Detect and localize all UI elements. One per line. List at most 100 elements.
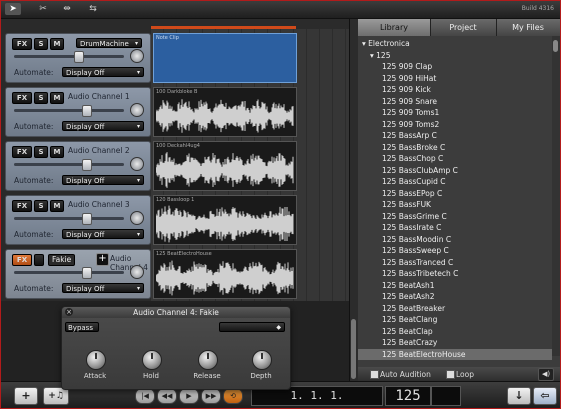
library-item[interactable]: 125 BeatClang xyxy=(358,314,552,325)
volume-slider[interactable] xyxy=(14,213,124,225)
track-header[interactable]: FX S M Audio Channel 1 Automate: Display… xyxy=(5,87,151,137)
arrange-timeline[interactable]: Note Clip 100 Darkbloke B 100 Deckahl4ug… xyxy=(151,19,349,301)
library-item[interactable]: 125 BassClubAmp C xyxy=(358,165,552,176)
mute-button[interactable]: M xyxy=(50,38,64,50)
instrument-select[interactable]: DrumMachine ▾ xyxy=(76,38,142,48)
pan-knob[interactable] xyxy=(130,211,144,225)
volume-slider-thumb[interactable] xyxy=(74,51,84,63)
track-header[interactable]: FX S M Audio Channel 3 Automate: Display… xyxy=(5,195,151,245)
audio-clip[interactable]: 100 Deckahl4ug4 xyxy=(153,141,297,191)
solo-button[interactable] xyxy=(34,254,44,266)
audio-clip[interactable]: 100 Darkbloke B xyxy=(153,87,297,137)
pan-knob[interactable] xyxy=(130,103,144,117)
scissors-tool-icon[interactable]: ✂ xyxy=(35,3,51,15)
merge-tool-icon[interactable]: ⇆ xyxy=(85,3,101,15)
library-item[interactable]: 125 BassChop C xyxy=(358,153,552,164)
library-item[interactable]: 125 BassCupid C xyxy=(358,176,552,187)
split-tool-icon[interactable]: ⇹ xyxy=(59,3,75,15)
automate-select[interactable]: Display Off ▾ xyxy=(62,229,144,239)
bypass-select[interactable]: Bypass xyxy=(65,322,99,332)
fx-button[interactable]: FX xyxy=(12,200,32,212)
mute-button[interactable]: M xyxy=(50,200,64,212)
library-item[interactable]: 125 909 Kick xyxy=(358,84,552,95)
release-knob[interactable] xyxy=(198,350,218,370)
library-item[interactable]: 125 BeatElectroHouse xyxy=(358,348,552,360)
library-item[interactable]: 125 BassFUK xyxy=(358,199,552,210)
volume-slider[interactable] xyxy=(14,267,124,279)
solo-button[interactable]: S xyxy=(34,38,48,50)
volume-slider[interactable] xyxy=(14,51,124,63)
rewind-icon[interactable]: ◀◀ xyxy=(157,388,177,404)
scroll-thumb[interactable] xyxy=(553,40,558,52)
track-lane[interactable]: 100 Darkbloke B xyxy=(151,85,349,139)
library-item[interactable]: 125 BassTribetech C xyxy=(358,268,552,279)
solo-button[interactable]: S xyxy=(34,92,48,104)
library-item[interactable]: 125 909 Toms1 xyxy=(358,107,552,118)
tab-project[interactable]: Project xyxy=(430,19,497,36)
mute-button[interactable]: M xyxy=(50,92,64,104)
track-lane[interactable]: 120 Bassloop 1 xyxy=(151,193,349,247)
tab-my-files[interactable]: My Files xyxy=(496,19,560,36)
track-header[interactable]: FX S M DrumMachine ▾ Automate: Display Of… xyxy=(5,33,151,83)
track-name[interactable]: Audio Channel 2 xyxy=(68,146,130,155)
track-header[interactable]: FX S M Audio Channel 2 Automate: Display… xyxy=(5,141,151,191)
fx-button[interactable]: FX xyxy=(12,38,32,50)
library-item[interactable]: 125 BassEPop C xyxy=(358,188,552,199)
library-item[interactable]: 125 BassTranced C xyxy=(358,257,552,268)
library-item[interactable]: ▾ 125 xyxy=(358,50,552,61)
fx-button[interactable]: FX xyxy=(12,92,32,104)
volume-slider-thumb[interactable] xyxy=(82,213,92,225)
loop-icon[interactable]: ⟲ xyxy=(223,388,243,404)
pan-knob[interactable] xyxy=(130,157,144,171)
automate-select[interactable]: Display Off ▾ xyxy=(62,283,144,293)
play-icon[interactable]: ▶ xyxy=(179,388,199,404)
library-item[interactable]: 125 BeatClap xyxy=(358,326,552,337)
loop-checkbox[interactable] xyxy=(446,370,455,379)
track-header-selected[interactable]: FX Fakie + Audio Channel 4 Automate: Dis… xyxy=(5,249,151,299)
volume-slider-thumb[interactable] xyxy=(82,105,92,117)
audio-clip[interactable]: 120 Bassloop 1 xyxy=(153,195,297,245)
timeline-scrollbar[interactable] xyxy=(349,19,358,381)
speaker-icon[interactable]: ◀) xyxy=(538,368,554,381)
fx-button[interactable]: FX xyxy=(12,254,32,266)
volume-slider-thumb[interactable] xyxy=(82,267,92,279)
pointer-tool-icon[interactable]: ➤ xyxy=(5,3,21,15)
volume-slider[interactable] xyxy=(14,105,124,117)
volume-slider-thumb[interactable] xyxy=(82,159,92,171)
library-item[interactable]: 125 BassIrate C xyxy=(358,222,552,233)
timeline-ruler[interactable] xyxy=(151,19,349,29)
rewind-to-start-icon[interactable]: |◀ xyxy=(135,388,155,404)
fast-forward-icon[interactable]: ▶▶ xyxy=(201,388,221,404)
automate-select[interactable]: Display Off ▾ xyxy=(62,121,144,131)
library-item[interactable]: 125 BeatAsh2 xyxy=(358,291,552,302)
audio-clip[interactable]: 125 BeatElectroHouse xyxy=(153,249,297,299)
library-item[interactable]: 125 BassArp C xyxy=(358,130,552,141)
back-arrow-icon[interactable]: ⇦ xyxy=(533,387,557,405)
library-item[interactable]: ▾ Electronica xyxy=(358,38,552,49)
pan-knob[interactable] xyxy=(130,265,144,279)
scroll-thumb[interactable] xyxy=(351,319,356,379)
automate-select[interactable]: Display Off ▾ xyxy=(62,175,144,185)
track-lane[interactable]: 125 BeatElectroHouse xyxy=(151,247,349,301)
add-track-button[interactable]: + xyxy=(14,387,38,405)
solo-button[interactable]: S xyxy=(34,146,48,158)
close-icon[interactable]: × xyxy=(65,308,73,316)
library-item[interactable]: 125 BassSweep C xyxy=(358,245,552,256)
midi-clip[interactable]: Note Clip xyxy=(153,33,297,83)
library-item[interactable]: 125 BeatBreaker xyxy=(358,303,552,314)
pan-knob[interactable] xyxy=(130,49,144,63)
track-name[interactable]: Audio Channel 3 xyxy=(68,200,130,209)
library-item[interactable]: 125 BeatAsh1 xyxy=(358,280,552,291)
preset-select[interactable]: ◆ xyxy=(219,322,285,332)
library-item[interactable]: 125 909 Snare xyxy=(358,96,552,107)
library-item[interactable]: 125 BeatCrazy xyxy=(358,337,552,348)
depth-knob[interactable] xyxy=(252,350,272,370)
library-item[interactable]: 125 BassMoodin C xyxy=(358,234,552,245)
volume-slider[interactable] xyxy=(14,159,124,171)
tab-library[interactable]: Library xyxy=(358,19,431,36)
solo-button[interactable]: S xyxy=(34,200,48,212)
library-item[interactable]: 125 BassGrime C xyxy=(358,211,552,222)
attack-knob[interactable] xyxy=(86,350,106,370)
library-item[interactable]: 125 BassBroke C xyxy=(358,142,552,153)
download-icon[interactable]: ↓ xyxy=(507,387,531,405)
